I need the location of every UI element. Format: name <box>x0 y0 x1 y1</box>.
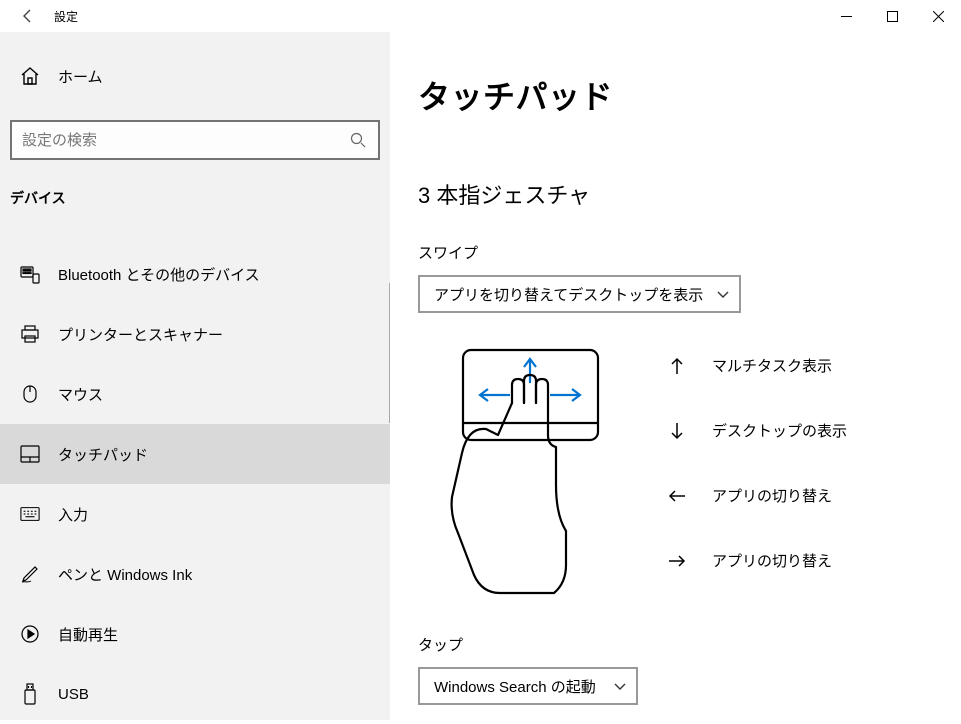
search-icon <box>348 132 368 148</box>
window-title: 設定 <box>54 8 78 25</box>
swipe-value: アプリを切り替えてデスクトップを表示 <box>434 284 703 305</box>
sidebar-item-label: プリンターとスキャナー <box>58 324 223 345</box>
sidebar: ホーム デバイス <box>0 32 390 720</box>
arrow-up-icon <box>668 357 686 375</box>
sidebar-item-usb[interactable]: USB <box>0 664 390 724</box>
sidebar-item-touchpad[interactable]: タッチパッド <box>0 424 390 484</box>
swipe-dropdown[interactable]: アプリを切り替えてデスクトップを表示 <box>418 275 741 313</box>
search-input-wrap[interactable] <box>10 120 380 160</box>
swipe-label: スワイプ <box>418 242 961 263</box>
page-title: タッチパッド <box>418 72 961 118</box>
bluetooth-icon <box>20 264 40 284</box>
close-button[interactable] <box>915 0 961 32</box>
sidebar-item-label: タッチパッド <box>58 444 148 465</box>
arrow-right-icon <box>668 554 686 568</box>
home-link[interactable]: ホーム <box>0 54 390 98</box>
gesture-right-label: アプリの切り替え <box>712 550 832 571</box>
touchpad-icon <box>20 445 40 463</box>
sidebar-item-label: Bluetooth とその他のデバイス <box>58 264 260 285</box>
tap-dropdown[interactable]: Windows Search の起動 <box>418 667 638 705</box>
gesture-right: アプリの切り替え <box>668 550 847 571</box>
sidebar-item-autoplay[interactable]: 自動再生 <box>0 604 390 664</box>
sidebar-item-label: ペンと Windows Ink <box>58 564 192 585</box>
search-input[interactable] <box>22 132 348 149</box>
usb-icon <box>20 683 40 705</box>
gesture-graphic <box>438 345 608 610</box>
maximize-button[interactable] <box>869 0 915 32</box>
mouse-icon <box>20 384 40 404</box>
sidebar-item-label: 入力 <box>58 504 88 525</box>
minimize-button[interactable] <box>823 0 869 32</box>
gesture-left-label: アプリの切り替え <box>712 485 832 506</box>
sidebar-item-label: 自動再生 <box>58 624 118 645</box>
gesture-up-label: マルチタスク表示 <box>712 355 832 376</box>
sidebar-item-mouse[interactable]: マウス <box>0 364 390 424</box>
arrow-down-icon <box>668 422 686 440</box>
home-icon <box>20 67 40 85</box>
gesture-down: デスクトップの表示 <box>668 420 847 441</box>
autoplay-icon <box>20 624 40 644</box>
content-area: タッチパッド 3 本指ジェスチャ スワイプ アプリを切り替えてデスクトップを表示 <box>390 32 961 720</box>
sidebar-item-typing[interactable]: 入力 <box>0 484 390 544</box>
sidebar-item-label: マウス <box>58 384 103 405</box>
sidebar-item-printers[interactable]: プリンターとスキャナー <box>0 304 390 364</box>
printer-icon <box>20 324 40 344</box>
back-button[interactable] <box>8 0 48 32</box>
tap-value: Windows Search の起動 <box>434 676 596 697</box>
pen-icon <box>20 564 40 584</box>
gesture-left: アプリの切り替え <box>668 485 847 506</box>
gesture-up: マルチタスク表示 <box>668 355 847 376</box>
sidebar-item-bluetooth[interactable]: Bluetooth とその他のデバイス <box>0 244 390 304</box>
category-label: デバイス <box>0 188 390 216</box>
section-title: 3 本指ジェスチャ <box>418 178 961 210</box>
sidebar-item-pen[interactable]: ペンと Windows Ink <box>0 544 390 604</box>
chevron-down-icon <box>717 286 729 303</box>
chevron-down-icon <box>614 678 626 695</box>
arrow-left-icon <box>668 489 686 503</box>
sidebar-item-label: USB <box>58 686 89 703</box>
tap-label: タップ <box>418 634 961 655</box>
home-label: ホーム <box>58 66 103 87</box>
keyboard-icon <box>20 506 40 522</box>
gesture-down-label: デスクトップの表示 <box>712 420 847 441</box>
